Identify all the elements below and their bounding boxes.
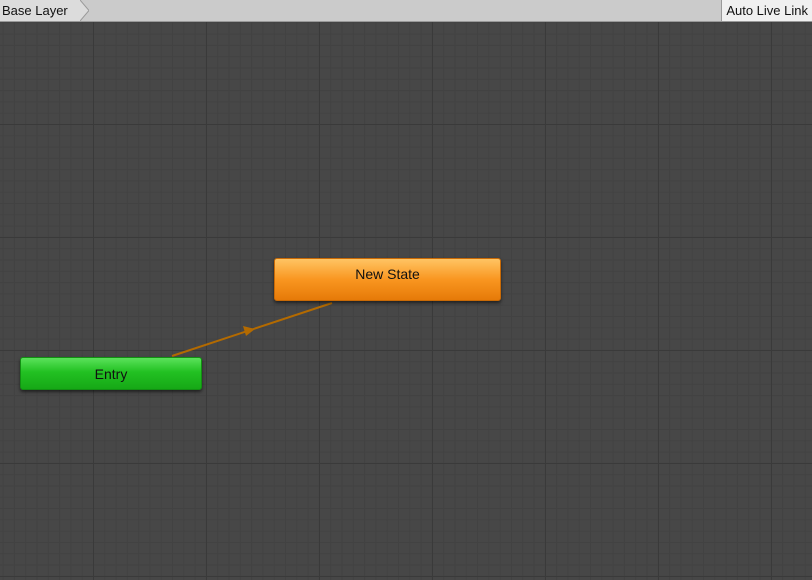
breadcrumb: Base Layer xyxy=(0,0,89,21)
breadcrumb-label: Base Layer xyxy=(2,3,68,18)
state-node-entry[interactable]: Entry xyxy=(20,357,202,390)
auto-live-link-toggle[interactable]: Auto Live Link xyxy=(721,0,812,21)
state-machine-graph[interactable] xyxy=(0,22,812,580)
breadcrumb-item-base-layer[interactable]: Base Layer xyxy=(0,0,89,21)
animator-window: Base Layer Auto Live Link Entry New Stat… xyxy=(0,0,812,580)
breadcrumb-chevron-icon xyxy=(79,0,89,21)
state-node-label: New State xyxy=(355,265,420,282)
state-node-label: Entry xyxy=(94,365,128,382)
state-node-new-state[interactable]: New State xyxy=(274,258,501,301)
animator-toolbar: Base Layer Auto Live Link xyxy=(0,0,812,22)
